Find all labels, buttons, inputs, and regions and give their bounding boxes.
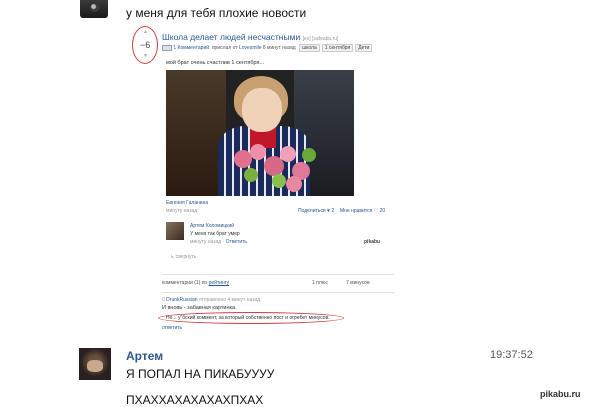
comment-time: минуту назад · Ответить (190, 239, 247, 245)
eye-icon (90, 3, 99, 12)
comments-count: комментарии (1) по рейтингу (162, 280, 229, 286)
comment-text: У меня так брат умер (190, 231, 240, 237)
reply-rating: 0 (162, 297, 165, 303)
post-rating: −6 (140, 40, 151, 50)
post-photo (166, 70, 354, 196)
message-text: у меня для тебя плохие новости (126, 6, 307, 20)
post-comments-link: 1 Комментарий (173, 45, 210, 51)
post-meta: 1 Комментарий: прислал от Lovesmile 8 ми… (162, 44, 373, 52)
avatar[interactable] (79, 348, 111, 380)
post-time: 8 минут назад (262, 45, 296, 51)
rating-down-icon: ▼ (143, 53, 148, 59)
avatar[interactable] (80, 0, 108, 18)
post-source: [ex] [safeabu.ru] (302, 36, 339, 42)
share-link: Поделиться ♥ 2 (298, 208, 335, 214)
sender-name[interactable]: Артем (126, 349, 163, 363)
embedded-screenshot: ▲ −6 ▼ Школа делает людей несчастными [e… (132, 26, 396, 331)
plus-count: 1 плюс (312, 280, 329, 286)
post-meta-text: : прислал от (209, 45, 238, 51)
tag: школа (299, 44, 320, 52)
collapse-link: ↳ свернуть (170, 254, 197, 260)
message-text: Я ПОПАЛ НА ПИКАБУУУУ (126, 367, 275, 381)
watermark: pikabu.ru (540, 389, 581, 399)
photo-user: Евгения Галанина (166, 200, 209, 206)
reply-text: И вновь - забавная картинка. (162, 305, 237, 311)
photo-time: минуту назад (166, 208, 198, 214)
divider (162, 292, 394, 293)
post-caption: мой брат очень счастлив 1 сентября... (166, 60, 265, 66)
message-time: 19:37:52 (490, 349, 533, 361)
post-title: Школа делает людей несчастными [ex] [saf… (162, 32, 338, 42)
comment-author: Артем Коломицкий (190, 223, 235, 229)
rating-up-icon: ▲ (143, 29, 148, 35)
reply-time: отправлено 4 минут назад (198, 297, 261, 303)
reply-header: 0 DrunkRussian отправлено 4 минут назад (162, 297, 260, 303)
divider (162, 274, 394, 275)
pikabu-logo: pikabu (364, 239, 381, 245)
add-icon (162, 44, 172, 51)
comment-reply-link: Ответить (225, 239, 248, 245)
reply-text-highlighted: Но... у"бский коммент, за который собств… (166, 315, 330, 321)
message-text: ПХАХХАХАХАХАХПХАХ (126, 393, 264, 407)
minus-count: 7 минусов (346, 280, 370, 286)
likes-link: Мне нравится ♡ 20 (340, 208, 386, 214)
tag: Дети (355, 44, 373, 52)
post-author: Lovesmile (238, 45, 262, 51)
comment-avatar (166, 222, 184, 240)
comment-time-text: минуту назад · (190, 239, 225, 245)
reply-link: ответить (162, 325, 183, 331)
reply-author: DrunkRussian (166, 297, 198, 303)
comments-sort-link: рейтингу (208, 280, 230, 286)
post-title-text: Школа делает людей несчастными (162, 32, 301, 42)
tag: 1 сентября (321, 44, 354, 52)
comments-count-text: комментарии (1) по (162, 280, 208, 286)
